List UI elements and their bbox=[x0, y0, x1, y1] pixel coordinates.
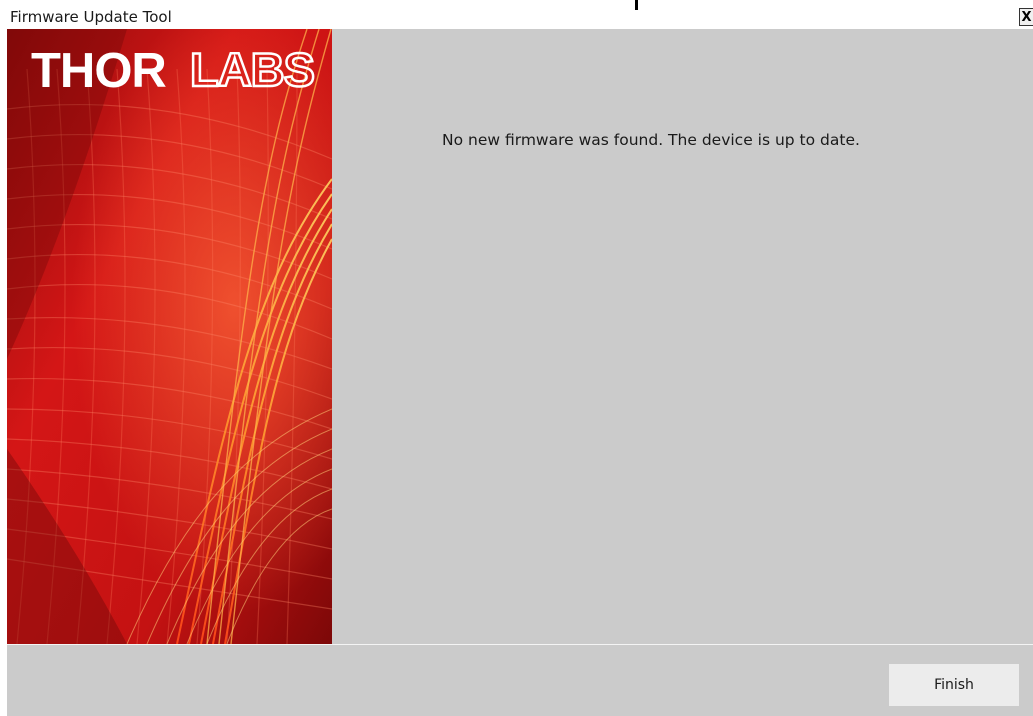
dialog-body: THOR LABS No new firmware was found. The… bbox=[7, 29, 1033, 716]
window-frame-left bbox=[0, 29, 7, 716]
title-bar: Firmware Update Tool X bbox=[0, 0, 1033, 29]
close-button[interactable]: X bbox=[1019, 8, 1033, 26]
status-message: No new firmware was found. The device is… bbox=[442, 131, 860, 149]
finish-button[interactable]: Finish bbox=[889, 664, 1019, 706]
logo-thor-text: THOR bbox=[31, 44, 166, 98]
footer-divider bbox=[7, 644, 1033, 645]
thorlabs-banner-image: THOR LABS bbox=[7, 29, 332, 644]
text-cursor-mark bbox=[635, 0, 638, 10]
banner-artwork: THOR LABS bbox=[7, 29, 332, 644]
firmware-update-window: Firmware Update Tool X THOR LABS No new … bbox=[0, 0, 1033, 716]
window-title: Firmware Update Tool bbox=[10, 8, 172, 26]
logo-labs-text: LABS bbox=[190, 43, 314, 96]
